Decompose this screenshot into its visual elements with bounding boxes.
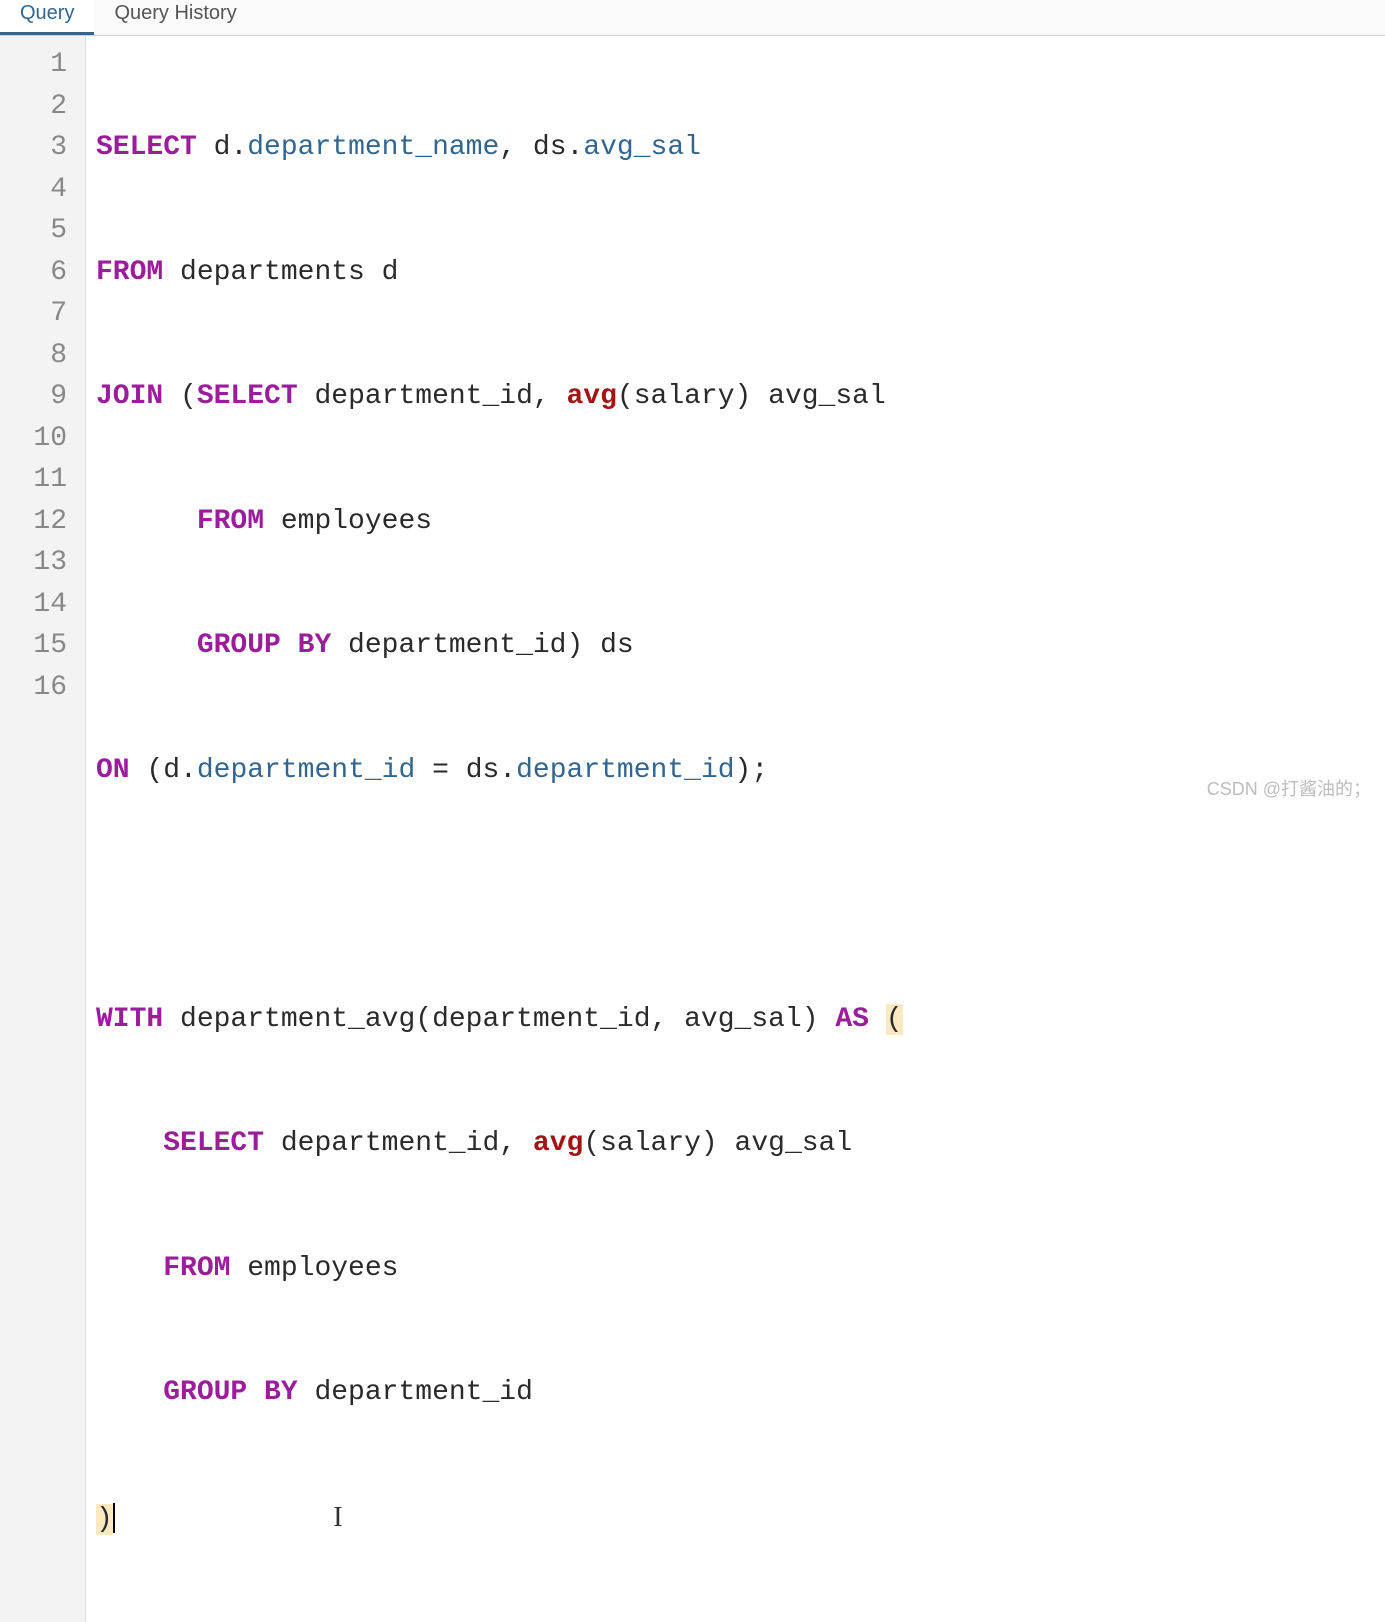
code-line xyxy=(96,874,903,916)
line-number: 16 xyxy=(0,667,67,709)
tab-query[interactable]: Query xyxy=(0,0,94,35)
bracket-match-close: ) xyxy=(96,1504,113,1535)
line-number: 6 xyxy=(0,252,67,294)
code-line: JOIN (SELECT department_id, avg(salary) … xyxy=(96,376,903,418)
watermark-text: CSDN @打酱油的； xyxy=(1207,775,1371,801)
line-number: 15 xyxy=(0,625,67,667)
sql-editor[interactable]: 1 2 3 4 5 6 7 8 9 10 11 12 13 14 15 16 S… xyxy=(0,36,1385,1622)
code-line: ON (d.department_id = ds.department_id); xyxy=(96,750,903,792)
line-number: 3 xyxy=(0,127,67,169)
code-line: GROUP BY department_id) ds xyxy=(96,625,903,667)
code-line: SELECT department_id, avg(salary) avg_sa… xyxy=(96,1123,903,1165)
code-line: WITH department_avg(department_id, avg_s… xyxy=(96,999,903,1041)
line-number: 9 xyxy=(0,376,67,418)
line-number: 13 xyxy=(0,542,67,584)
code-line: SELECT d.department_name, da.avg_sal xyxy=(96,1621,903,1622)
line-number: 2 xyxy=(0,86,67,128)
code-line: FROM employees xyxy=(96,501,903,543)
text-cursor xyxy=(113,1503,115,1533)
line-number: 12 xyxy=(0,501,67,543)
tab-query-history[interactable]: Query History xyxy=(94,0,256,35)
line-number-gutter: 1 2 3 4 5 6 7 8 9 10 11 12 13 14 15 16 xyxy=(0,36,86,1622)
line-number: 10 xyxy=(0,418,67,460)
line-number: 11 xyxy=(0,459,67,501)
code-line: FROM departments d xyxy=(96,252,903,294)
mouse-caret-icon: I xyxy=(333,1502,342,1533)
line-number: 4 xyxy=(0,169,67,211)
code-line: ) I xyxy=(96,1497,903,1539)
line-number: 14 xyxy=(0,584,67,626)
code-line: SELECT d.department_name, ds.avg_sal xyxy=(96,127,903,169)
line-number: 8 xyxy=(0,335,67,377)
line-number: 5 xyxy=(0,210,67,252)
bracket-match-open: ( xyxy=(886,1004,903,1035)
line-number: 1 xyxy=(0,44,67,86)
code-content[interactable]: SELECT d.department_name, ds.avg_sal FRO… xyxy=(86,36,903,1622)
code-line: FROM employees xyxy=(96,1248,903,1290)
code-line: GROUP BY department_id xyxy=(96,1372,903,1414)
line-number: 7 xyxy=(0,293,67,335)
tab-bar: Query Query History xyxy=(0,0,1385,36)
